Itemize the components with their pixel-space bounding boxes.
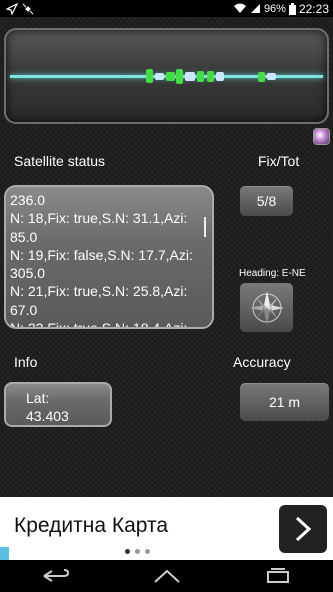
satellite-status-list[interactable]: 236.0 N: 18,Fix: true,S.N: 31.1,Azi: 85.… bbox=[4, 185, 214, 329]
chevron-right-icon bbox=[295, 516, 312, 542]
fix-tot-button[interactable]: 5/8 bbox=[239, 185, 294, 217]
page-dot bbox=[125, 549, 130, 554]
signal-icon bbox=[250, 4, 260, 13]
navigation-bar bbox=[0, 560, 333, 592]
scrollbar[interactable] bbox=[204, 217, 206, 237]
compass-button[interactable] bbox=[239, 282, 294, 333]
info-text: Lat: 43.403 : bbox=[26, 390, 69, 424]
accuracy-title: Accuracy bbox=[233, 354, 291, 370]
satellite-signal-bar bbox=[146, 69, 153, 83]
app-menu-icon[interactable] bbox=[313, 128, 330, 145]
status-bar: 96% 22:23 bbox=[0, 0, 333, 17]
satellite-signal-bar bbox=[155, 73, 164, 80]
recents-button[interactable] bbox=[258, 565, 298, 587]
satellite-signal-bar bbox=[176, 69, 183, 84]
fix-tot-title: Fix/Tot bbox=[258, 153, 300, 169]
ad-arrow-button[interactable] bbox=[279, 505, 327, 553]
satellite-status-title: Satellite status bbox=[14, 153, 106, 169]
info-title: Info bbox=[14, 354, 38, 370]
battery-percent: 96% bbox=[263, 2, 286, 15]
home-button[interactable] bbox=[147, 565, 187, 587]
info-box[interactable]: Lat: 43.403 : bbox=[4, 382, 112, 427]
accuracy-value: 21 m bbox=[268, 394, 301, 410]
satellite-signal-bar bbox=[216, 72, 224, 81]
satellite-signal-bar bbox=[258, 72, 265, 82]
satellite-signal-bar bbox=[197, 71, 204, 82]
satellite-icon bbox=[22, 3, 34, 14]
ad-page-indicator bbox=[125, 549, 150, 554]
heading-label: Heading: E-NE bbox=[239, 268, 306, 279]
ad-info-icon[interactable] bbox=[0, 547, 9, 560]
page-dot bbox=[135, 549, 140, 554]
wifi-icon bbox=[233, 3, 246, 13]
accuracy-button[interactable]: 21 m bbox=[239, 382, 330, 422]
satellite-signal-bar bbox=[166, 72, 175, 81]
satellite-signal-bar bbox=[267, 73, 276, 80]
page-dot bbox=[145, 549, 150, 554]
satellite-signal-bar bbox=[207, 71, 214, 82]
clock: 22:23 bbox=[298, 1, 329, 16]
compass-icon bbox=[250, 291, 284, 325]
battery-icon bbox=[288, 2, 296, 15]
back-button[interactable] bbox=[36, 565, 76, 587]
satellite-status-text: 236.0 N: 18,Fix: true,S.N: 31.1,Azi: 85.… bbox=[10, 192, 193, 329]
ad-text: Кредитна Карта bbox=[14, 514, 169, 537]
gps-icon bbox=[6, 2, 18, 15]
recents-icon bbox=[266, 568, 289, 583]
fix-tot-value: 5/8 bbox=[256, 193, 277, 209]
satellite-signal-bar bbox=[185, 72, 195, 81]
back-icon bbox=[42, 569, 69, 582]
satellite-signal-panel bbox=[4, 28, 329, 124]
home-icon bbox=[153, 569, 180, 583]
